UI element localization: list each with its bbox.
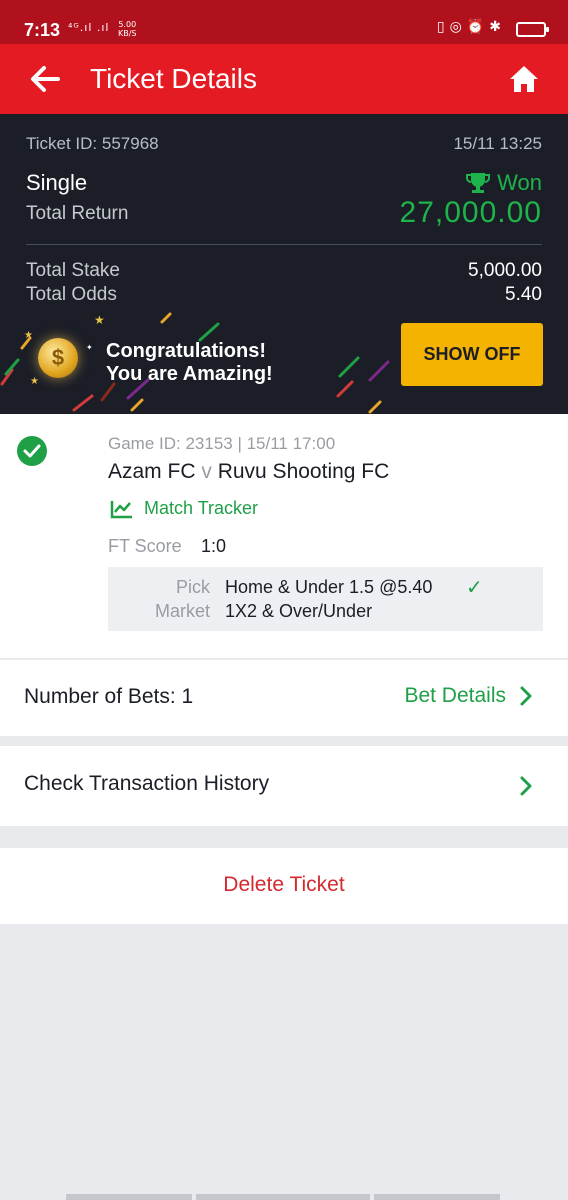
network-speed-unit: KB/S <box>118 29 137 38</box>
nav-bar-segment <box>196 1194 370 1200</box>
arrow-left-icon <box>31 66 60 92</box>
transaction-history-row[interactable]: Check Transaction History <box>0 746 568 826</box>
trophy-icon <box>466 173 491 193</box>
ticket-summary: Ticket ID: 557968 15/11 13:25 Single Won… <box>0 114 568 414</box>
delete-ticket-button[interactable]: Delete Ticket <box>0 848 568 924</box>
away-team: Ruvu Shooting FC <box>217 460 390 483</box>
home-team: Azam FC <box>108 460 196 483</box>
delete-ticket-label: Delete Ticket <box>223 873 345 896</box>
ticket-time: 15/11 13:25 <box>453 134 542 153</box>
chevron-right-icon <box>520 686 532 706</box>
bet-card: Game ID: 23153 | 15/11 17:00 Azam FC v R… <box>0 414 568 658</box>
vibrate-icon: ▯ <box>436 19 450 35</box>
chevron-right-icon <box>520 776 532 796</box>
battery-icon <box>516 22 549 37</box>
total-return-label: Total Return <box>26 203 129 224</box>
nav-bar-segment <box>374 1194 500 1200</box>
congrats-line-1: Congratulations! <box>106 340 266 362</box>
congrats-line-2: You are Amazing! <box>106 363 273 385</box>
page-title: Ticket Details <box>90 63 258 94</box>
congrats-message: Congratulations! You are Amazing! <box>106 340 273 386</box>
bluetooth-icon: ✱ <box>489 19 506 35</box>
status-text: Won <box>497 170 542 195</box>
match-tracker-label: Match Tracker <box>144 498 259 518</box>
total-odds-label: Total Odds <box>26 284 117 305</box>
ft-score-label: FT Score <box>108 536 182 556</box>
match-tracker-link[interactable]: Match Tracker <box>110 498 258 519</box>
svg-text:★: ★ <box>94 313 105 327</box>
total-stake-value: 5,000.00 <box>468 260 542 281</box>
status-time: 7:13 <box>24 20 61 40</box>
ticket-id: Ticket ID: 557968 <box>26 134 159 153</box>
pick-value: Home & Under 1.5 @5.40 <box>225 577 433 597</box>
svg-text:✦: ✦ <box>86 343 93 352</box>
back-button[interactable] <box>28 64 62 94</box>
nav-bar-segment <box>66 1194 192 1200</box>
status-bar: 7:13 ⁴ᴳ.ıl .ıl 5.00 KB/S ▯◎⏰✱ <box>0 0 568 44</box>
home-button[interactable] <box>508 64 540 94</box>
status-badge: Won <box>465 170 542 196</box>
bet-details-link[interactable]: Bet Details <box>404 684 532 708</box>
match-name: Azam FC v Ruvu Shooting FC <box>108 460 389 484</box>
total-stake-label: Total Stake <box>26 260 120 281</box>
bet-type: Single <box>26 170 88 195</box>
app-header: Ticket Details <box>0 44 568 114</box>
show-off-button[interactable]: SHOW OFF <box>401 323 543 386</box>
game-id: Game ID: 23153 | 15/11 17:00 <box>108 434 336 453</box>
number-of-bets: Number of Bets: 1 <box>24 685 194 708</box>
check-transaction-history: Check Transaction History <box>24 772 270 795</box>
svg-text:★: ★ <box>24 330 33 341</box>
signal-icon: ⁴ᴳ.ıl .ıl <box>68 21 110 34</box>
pick-label: Pick <box>175 577 210 597</box>
ft-score-value: 1:0 <box>201 536 227 556</box>
svg-text:★: ★ <box>30 376 39 387</box>
data-saver-icon: ◎ <box>449 19 467 35</box>
network-speed-value: 5.00 <box>118 20 137 29</box>
home-icon <box>510 66 538 92</box>
pick-box: Pick Home & Under 1.5 @5.40 ✓ Market 1X2… <box>108 567 543 631</box>
network-speed: 5.00 KB/S <box>118 20 137 38</box>
status-icons: ▯◎⏰✱ <box>437 19 506 35</box>
total-odds-value: 5.40 <box>505 284 542 305</box>
total-return-value: 27,000.00 <box>399 196 542 229</box>
number-of-bets-row: Number of Bets: 1 Bet Details <box>0 660 568 736</box>
won-check-icon <box>17 436 47 466</box>
pick-check-icon: ✓ <box>466 577 483 599</box>
coin-icon: $ <box>38 338 78 378</box>
chart-icon <box>110 500 132 518</box>
market-value: 1X2 & Over/Under <box>225 601 373 621</box>
alarm-icon: ⏰ <box>466 19 490 35</box>
market-label: Market <box>154 601 210 621</box>
versus-label: v <box>201 460 212 483</box>
divider <box>26 244 542 245</box>
bet-details-label: Bet Details <box>404 684 506 707</box>
